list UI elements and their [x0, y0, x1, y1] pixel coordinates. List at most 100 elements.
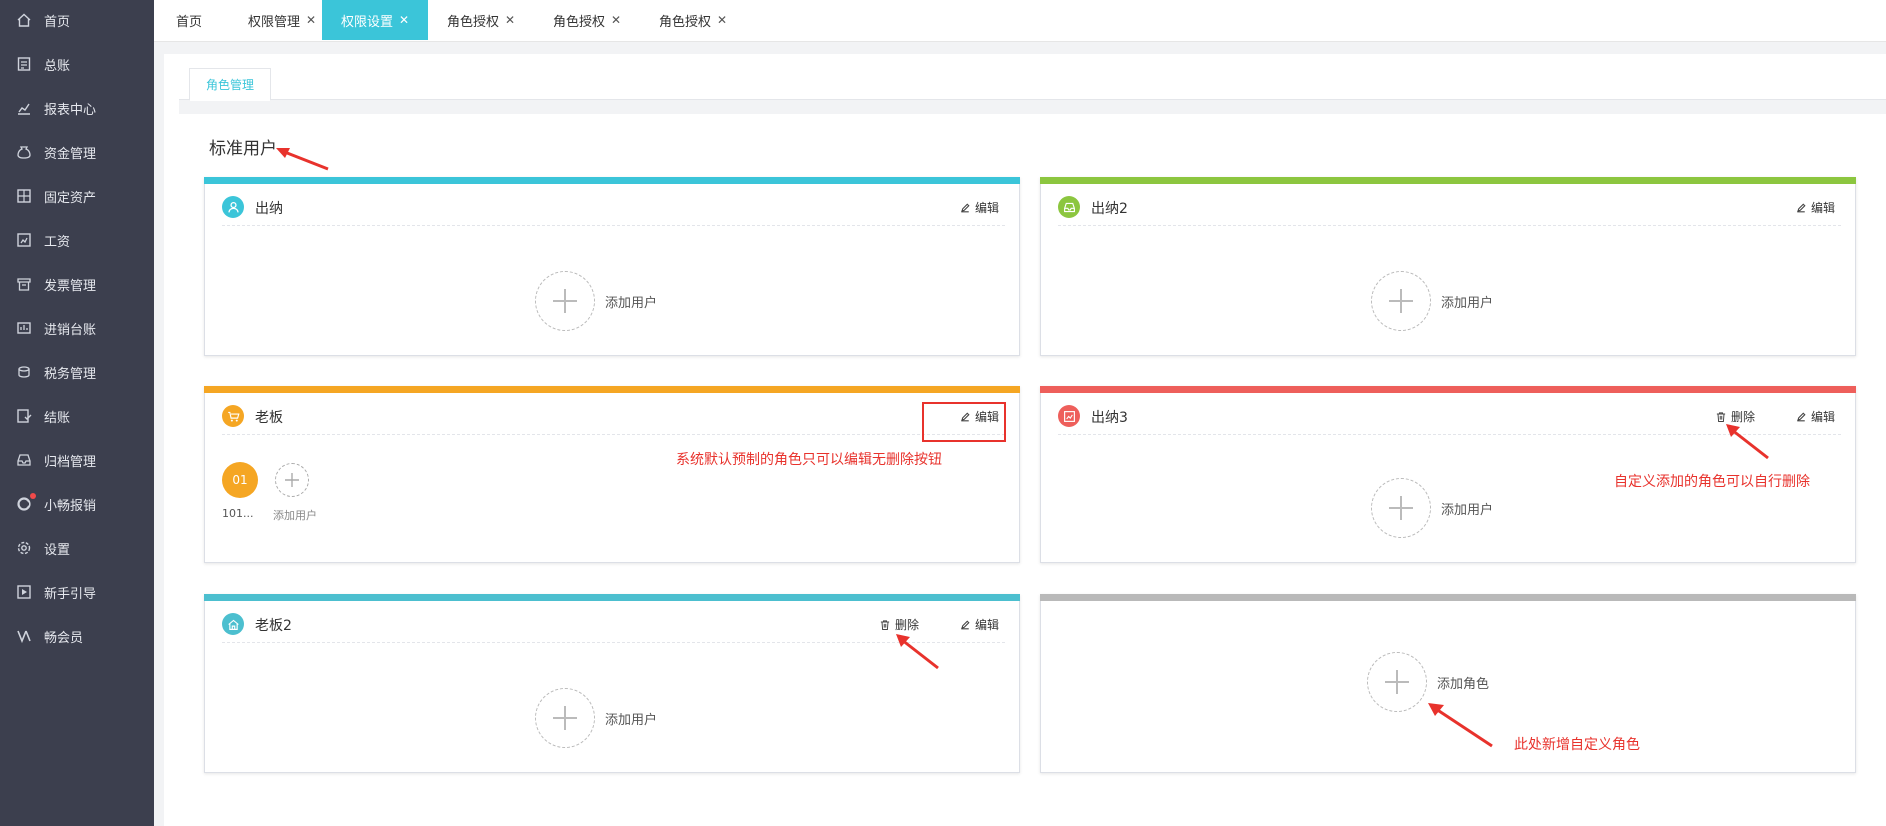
sidebar-item-label: 归档管理	[44, 454, 97, 470]
salary-icon	[16, 232, 32, 248]
edit-label: 编辑	[1810, 410, 1835, 424]
tab-label: 权限设置	[340, 14, 393, 30]
money-bag-icon	[16, 144, 32, 160]
card-color-bar	[204, 594, 1020, 601]
plus-icon	[1367, 652, 1427, 712]
edit-label: 编辑	[1810, 201, 1835, 215]
tab[interactable]: 角色授权 ✕	[534, 0, 640, 40]
sidebar-item-label: 设置	[44, 542, 71, 558]
main-content: 角色管理 标准用户 出纳 编辑 添加用户 出纳2 编辑 添加用户 老板 编辑 0…	[164, 54, 1886, 826]
edit-icon	[961, 202, 970, 212]
annotation-arrow	[1726, 424, 1769, 460]
sidebar-item[interactable]: 结账	[0, 396, 154, 436]
edit-label: 编辑	[974, 201, 999, 215]
tab-bar: 首页 权限管理 ✕ 权限设置 ✕ 角色授权 ✕ 角色授权 ✕ 角色授权 ✕	[154, 0, 1886, 42]
inbox-icon	[1058, 196, 1080, 218]
edit-icon	[961, 619, 970, 629]
add-user-label: 添加用户	[605, 712, 658, 728]
role-card-cashier2: 出纳2 编辑 添加用户	[1040, 177, 1856, 356]
sidebar-item[interactable]: 新手引导	[0, 572, 154, 612]
close-icon[interactable]: ✕	[611, 13, 621, 27]
tab[interactable]: 角色授权 ✕	[428, 0, 534, 40]
tab[interactable]: 权限管理 ✕	[242, 0, 322, 40]
sidebar-item[interactable]: 总账	[0, 44, 154, 84]
sidebar-item[interactable]: 发票管理	[0, 264, 154, 304]
tab-label: 首页	[175, 14, 202, 30]
close-icon[interactable]: ✕	[505, 13, 515, 27]
role-name: 老板	[255, 410, 283, 426]
card-color-bar	[1040, 177, 1856, 184]
close-icon[interactable]: ✕	[717, 13, 727, 27]
sidebar-item-label: 首页	[44, 14, 71, 30]
sidebar-item[interactable]: 设置	[0, 528, 154, 568]
subtab-area: 角色管理	[179, 54, 1886, 114]
annotation-arrow	[896, 634, 939, 670]
vip-icon	[16, 628, 32, 644]
role-card-cashier: 出纳 编辑 添加用户	[204, 177, 1020, 356]
edit-label: 编辑	[974, 618, 999, 632]
add-role-label: 添加角色	[1437, 676, 1490, 692]
card-header: 出纳 编辑	[222, 196, 1005, 226]
add-user-label: 添加用户	[605, 295, 658, 311]
edit-button[interactable]: 编辑	[959, 199, 999, 216]
trash-icon	[880, 619, 890, 630]
user-avatar[interactable]: 01	[222, 462, 258, 498]
edit-button[interactable]: 编辑	[1795, 199, 1835, 216]
guide-icon	[16, 584, 32, 600]
user-name: 101...	[222, 507, 254, 520]
plus-icon	[1371, 478, 1431, 538]
edit-button[interactable]: 编辑	[959, 616, 999, 633]
closing-icon	[16, 408, 32, 424]
delete-button[interactable]: 删除	[879, 616, 919, 633]
close-icon[interactable]: ✕	[306, 13, 316, 27]
role-name: 出纳3	[1091, 410, 1128, 426]
sidebar-item[interactable]: 小畅报销	[0, 484, 154, 524]
role-name: 出纳2	[1091, 201, 1128, 217]
close-icon[interactable]: ✕	[399, 13, 409, 27]
sidebar-item[interactable]: 报表中心	[0, 88, 154, 128]
cart-icon	[222, 405, 244, 427]
sidebar-item-label: 进销台账	[44, 322, 97, 338]
ledger-icon	[16, 56, 32, 72]
add-user-button[interactable]	[275, 463, 309, 497]
sidebar-item[interactable]: 首页	[0, 0, 154, 40]
plus-icon	[1371, 271, 1431, 331]
sidebar-item[interactable]: 工资	[0, 220, 154, 260]
sidebar-item[interactable]: 畅会员	[0, 616, 154, 656]
subtab-role-management[interactable]: 角色管理	[189, 68, 271, 101]
sidebar-item[interactable]: 资金管理	[0, 132, 154, 172]
add-user-button[interactable]: 添加用户	[1371, 478, 1493, 538]
tab-label: 角色授权	[658, 14, 711, 30]
sidebar-item[interactable]: 归档管理	[0, 440, 154, 480]
sidebar-item[interactable]: 固定资产	[0, 176, 154, 216]
delete-label: 删除	[894, 618, 919, 632]
sidebar-item-label: 工资	[44, 234, 71, 250]
card-color-bar	[204, 177, 1020, 184]
app: 首页总账报表中心资金管理固定资产工资发票管理进销台账税务管理 结账归档管理小畅报销…	[0, 0, 1886, 826]
role-name: 出纳	[255, 201, 283, 217]
report-icon	[1058, 405, 1080, 427]
edit-icon	[1797, 202, 1806, 212]
tax-icon	[16, 364, 32, 380]
sidebar-item-label: 总账	[44, 58, 71, 74]
plus-icon	[535, 271, 595, 331]
tab[interactable]: 角色授权 ✕	[640, 0, 746, 40]
tab[interactable]: 首页	[154, 0, 224, 40]
plus-icon	[535, 688, 595, 748]
card-color-bar	[1040, 594, 1856, 601]
tab-label: 角色授权	[446, 14, 499, 30]
edit-button[interactable]: 编辑	[1795, 408, 1835, 425]
add-user-button[interactable]: 添加用户	[1371, 271, 1493, 331]
add-user-button[interactable]: 添加用户	[535, 688, 657, 748]
sidebar-item[interactable]: 进销台账	[0, 308, 154, 348]
add-user-button[interactable]: 添加用户	[535, 271, 657, 331]
sidebar-item[interactable]: 税务管理	[0, 352, 154, 392]
annotation-arrow	[1428, 703, 1493, 748]
tab[interactable]: 权限设置 ✕	[322, 0, 428, 40]
annotation-custom-delete-note: 自定义添加的角色可以自行删除	[1614, 474, 1810, 490]
sidebar-item-label: 资金管理	[44, 146, 97, 162]
card-header: 出纳2 编辑	[1058, 196, 1841, 226]
role-card-boss: 老板 编辑 01 101... 添加用户	[204, 386, 1020, 563]
annotation-preset-note: 系统默认预制的角色只可以编辑无删除按钮	[676, 452, 942, 468]
reimburse-icon	[16, 496, 32, 512]
